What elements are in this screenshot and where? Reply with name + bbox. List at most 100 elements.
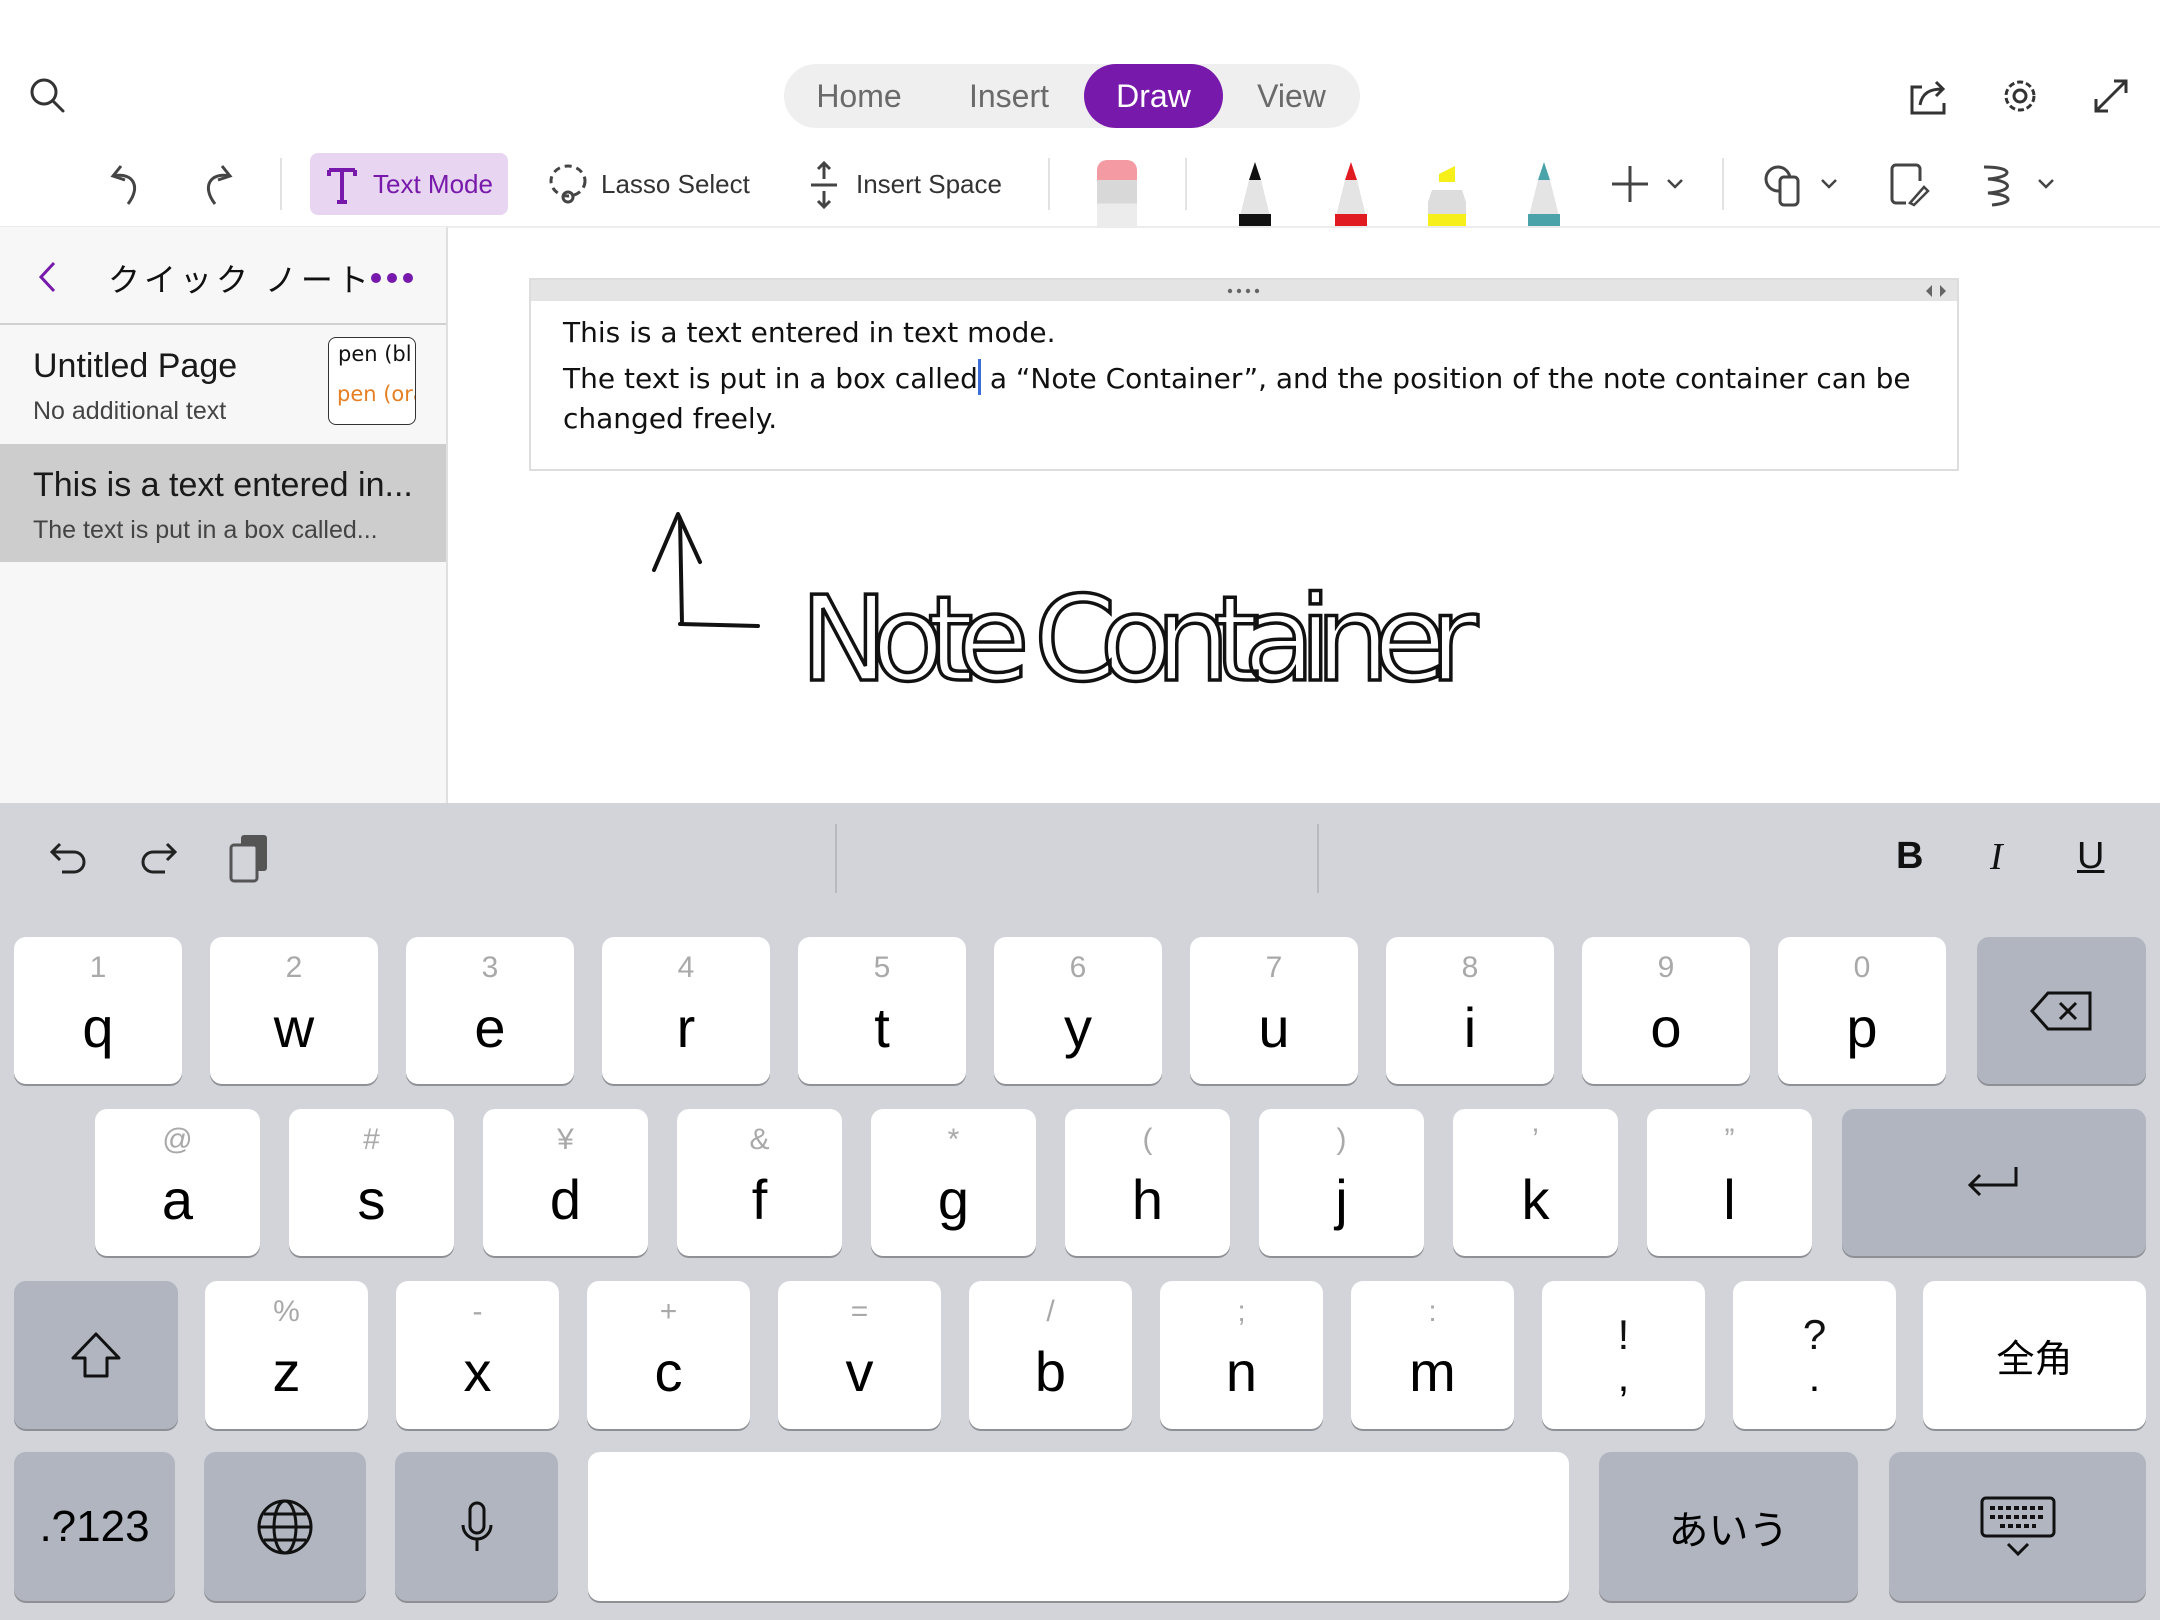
page-title: Untitled Page bbox=[33, 347, 238, 385]
key-k[interactable]: ’ k bbox=[1453, 1109, 1618, 1256]
text-mode-button[interactable]: Text Mode bbox=[310, 153, 508, 215]
black-pen[interactable] bbox=[1234, 160, 1276, 227]
backspace-key[interactable] bbox=[1977, 937, 2146, 1084]
page-item-selected[interactable]: This is a text entered in... The text is… bbox=[0, 444, 446, 562]
bold-button[interactable]: B bbox=[1896, 835, 1923, 878]
yellow-highlighter[interactable] bbox=[1426, 160, 1468, 227]
key-s[interactable]: # s bbox=[289, 1109, 454, 1256]
key-secondary-label: ! bbox=[1617, 1311, 1630, 1358]
chevron-down-icon[interactable] bbox=[1665, 176, 1685, 192]
key-y[interactable]: 6y bbox=[994, 937, 1162, 1084]
key-u[interactable]: 7u bbox=[1190, 937, 1358, 1084]
eraser-tool[interactable] bbox=[1097, 160, 1137, 227]
key-z[interactable]: % z bbox=[205, 1281, 368, 1429]
share-icon[interactable] bbox=[1905, 73, 1951, 119]
ink-arrow bbox=[652, 512, 760, 628]
key-a[interactable]: @ a bbox=[95, 1109, 260, 1256]
key-label: v bbox=[845, 1340, 874, 1403]
chevron-down-icon[interactable] bbox=[2036, 176, 2056, 192]
key-i[interactable]: 8i bbox=[1386, 937, 1554, 1084]
key-secondary-label: - bbox=[472, 1295, 483, 1328]
key-e[interactable]: 3e bbox=[406, 937, 574, 1084]
shapes-icon[interactable] bbox=[1762, 162, 1806, 208]
italic-button[interactable]: I bbox=[1990, 835, 2003, 879]
key-l[interactable]: ” l bbox=[1647, 1109, 1812, 1256]
key-g[interactable]: * g bbox=[871, 1109, 1036, 1256]
note-text-line: This is a text entered in text mode. bbox=[563, 316, 1056, 349]
tab-home[interactable]: Home bbox=[784, 64, 934, 128]
key-o[interactable]: 9o bbox=[1582, 937, 1750, 1084]
undo-icon[interactable] bbox=[107, 160, 147, 208]
return-icon bbox=[1967, 1166, 2018, 1196]
key-m[interactable]: :m bbox=[1351, 1281, 1514, 1429]
key-j[interactable]: ) j bbox=[1259, 1109, 1424, 1256]
key-label: n bbox=[1225, 1340, 1258, 1403]
tab-insert[interactable]: Insert bbox=[934, 64, 1084, 128]
page-item[interactable]: Untitled Page No additional text pen (bl… bbox=[0, 325, 446, 443]
key-r[interactable]: 4r bbox=[602, 937, 770, 1084]
key-v[interactable]: = v bbox=[778, 1281, 941, 1429]
numbers-key[interactable]: .?123 bbox=[14, 1452, 175, 1601]
shift-key[interactable] bbox=[14, 1281, 178, 1429]
key-t[interactable]: 5t bbox=[798, 937, 966, 1084]
key-b[interactable]: / b bbox=[969, 1281, 1132, 1429]
paste-icon[interactable] bbox=[227, 833, 271, 883]
keyboard-undo-icon[interactable] bbox=[49, 838, 89, 878]
ink-replay-icon[interactable] bbox=[1978, 162, 2022, 208]
space-key[interactable] bbox=[588, 1452, 1569, 1601]
keyboard-redo-icon[interactable] bbox=[138, 838, 178, 878]
ink-to-shape-icon[interactable] bbox=[1888, 162, 1932, 208]
ink-drawing[interactable]: Note Container bbox=[640, 500, 1540, 720]
key-f[interactable]: & f bbox=[677, 1109, 842, 1256]
key-secondary-label: 1 bbox=[89, 951, 107, 984]
tab-draw[interactable]: Draw bbox=[1084, 64, 1223, 128]
search-icon[interactable] bbox=[27, 75, 67, 115]
ink-handwriting-text: Note Container bbox=[800, 570, 1480, 708]
underline-button[interactable]: U bbox=[2077, 835, 2104, 878]
page-list-sidebar: クイック ノート Untitled Page No additional tex… bbox=[0, 227, 448, 803]
note-text-segment: a “Note Container”, and the position of … bbox=[980, 362, 1911, 395]
redo-icon[interactable] bbox=[196, 160, 236, 208]
kana-key[interactable]: あいう bbox=[1599, 1452, 1858, 1601]
zenkaku-key[interactable]: 全角 bbox=[1923, 1281, 2146, 1429]
galaxy-pen[interactable] bbox=[1523, 160, 1565, 227]
key-secondary-label: ( bbox=[1142, 1123, 1153, 1156]
key-label: l bbox=[1723, 1168, 1736, 1231]
key-secondary-label: ? bbox=[1802, 1311, 1827, 1358]
note-container[interactable]: This is a text entered in text mode. The… bbox=[529, 278, 1959, 471]
key-label: h bbox=[1131, 1168, 1164, 1231]
back-chevron-icon[interactable] bbox=[34, 257, 60, 297]
insert-space-button[interactable]: Insert Space bbox=[856, 164, 1002, 204]
key-x[interactable]: -x bbox=[396, 1281, 559, 1429]
key-h[interactable]: (h bbox=[1065, 1109, 1230, 1256]
globe-key[interactable] bbox=[204, 1452, 366, 1601]
key-n[interactable]: ; n bbox=[1160, 1281, 1323, 1429]
key-.[interactable]: ?. bbox=[1733, 1281, 1896, 1429]
key-d[interactable]: ¥ d bbox=[483, 1109, 648, 1256]
red-pen[interactable] bbox=[1330, 160, 1372, 227]
return-key[interactable] bbox=[1842, 1109, 2146, 1256]
key-label: , bbox=[1617, 1353, 1630, 1400]
page-title: This is a text entered in... bbox=[33, 466, 413, 504]
key-label: k bbox=[1521, 1168, 1550, 1231]
gear-icon[interactable] bbox=[1997, 73, 2043, 119]
note-container-drag-bar[interactable] bbox=[531, 280, 1957, 301]
expand-icon[interactable] bbox=[2088, 73, 2134, 119]
tab-view[interactable]: View bbox=[1223, 64, 1360, 128]
add-pen-icon[interactable] bbox=[1610, 164, 1650, 204]
key-c[interactable]: + c bbox=[587, 1281, 750, 1429]
key-label: b bbox=[1034, 1340, 1067, 1403]
dismiss-keyboard-key[interactable] bbox=[1889, 1452, 2146, 1601]
key-p[interactable]: 0p bbox=[1778, 937, 1946, 1084]
chevron-down-icon[interactable] bbox=[1819, 176, 1839, 192]
dictation-key[interactable] bbox=[395, 1452, 558, 1601]
key-w[interactable]: 2w bbox=[210, 937, 378, 1084]
lasso-select-button[interactable]: Lasso Select bbox=[601, 164, 750, 204]
key-q[interactable]: 1q bbox=[14, 937, 182, 1084]
on-screen-keyboard: B I U 1 q 2 w 3 e 4 r 5 t 6 y 7 u 8 i 9 o 0 p @ a # s ¥ d & f * g(h) j… bbox=[0, 803, 2160, 1620]
page-preview: No additional text bbox=[33, 397, 227, 425]
more-options-icon[interactable] bbox=[370, 271, 414, 283]
key-secondary-label: @ bbox=[162, 1123, 193, 1156]
key-secondary-label: 6 bbox=[1069, 951, 1087, 984]
key-,[interactable]: !, bbox=[1542, 1281, 1705, 1429]
